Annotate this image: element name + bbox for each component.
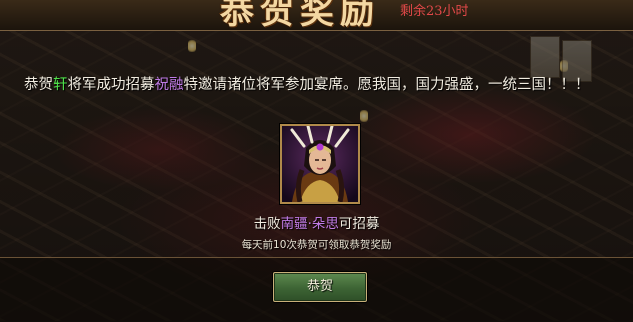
message-text: 将军成功招募 [67, 77, 155, 93]
condition-text: 击败 [253, 216, 281, 232]
title-banner: 恭贺奖励 剩余23小时 [0, 0, 633, 32]
general-name: 祝融 [154, 77, 184, 93]
player-name: 轩 [53, 77, 68, 93]
message-text: 特邀请诸位将军参加宴席。愿我国，国力强盛，一统三国！！！ [183, 77, 590, 93]
announcement-message: 恭贺轩将军成功招募祝融特邀请诸位将军参加宴席。愿我国，国力强盛，一统三国！！！ [24, 76, 614, 95]
congratulate-button[interactable]: 恭贺 [273, 272, 367, 302]
condition-text: 可招募 [338, 216, 380, 232]
general-portrait [280, 124, 360, 204]
enemy-name: 朵思 [311, 216, 339, 232]
general-portrait-image [282, 126, 358, 202]
message-text: 恭贺 [24, 77, 53, 93]
enemy-name: 南疆 [280, 216, 308, 232]
recruit-condition: 击败南疆·朵思可招募 [0, 212, 633, 232]
remaining-time-label: 剩余23小时 [400, 4, 469, 19]
dialog-title: 恭贺奖励 [220, 0, 380, 32]
reward-note: 每天前10次恭贺可领取恭贺奖励 [241, 239, 392, 251]
